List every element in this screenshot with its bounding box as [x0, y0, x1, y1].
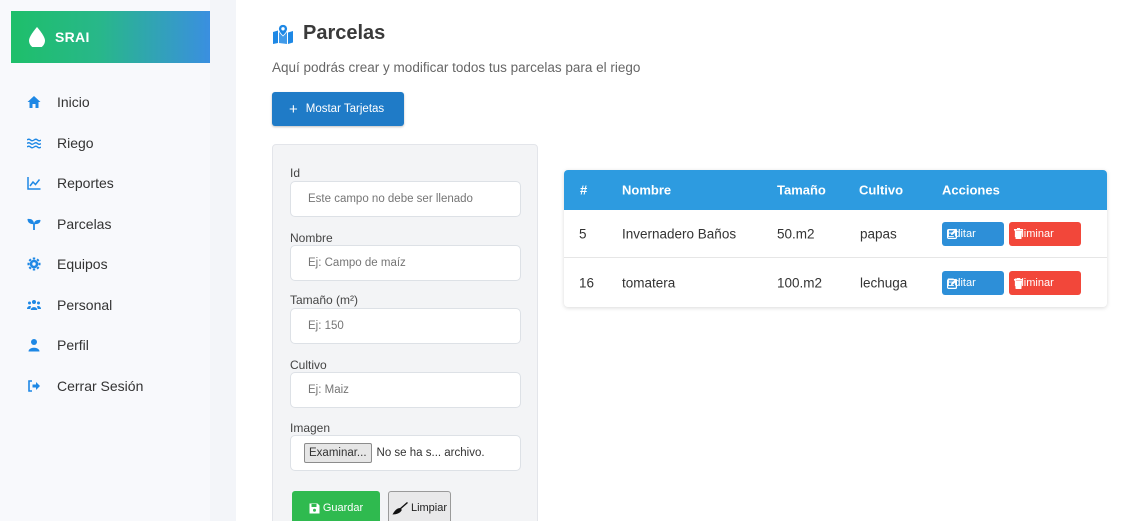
brand-name: SRAI	[55, 29, 90, 45]
sidebar-item-label: Reportes	[57, 175, 114, 192]
name-field[interactable]	[290, 245, 521, 281]
sidebar-item-label: Perfil	[57, 337, 89, 354]
col-header-name: Nombre	[622, 182, 672, 198]
col-header-id: #	[580, 182, 588, 198]
sidebar-nav: Inicio Riego Reportes Parcelas Equipos P…	[0, 82, 210, 406]
sidebar: SRAI Inicio Riego Reportes Parcelas Equi…	[0, 0, 210, 521]
cell-crop: lechuga	[860, 275, 908, 291]
image-label: Imagen	[290, 421, 331, 435]
delete-label: Eliminar	[1014, 227, 1054, 240]
clear-label: Limpiar	[410, 502, 448, 514]
page-header: Parcelas	[272, 22, 385, 45]
page-subtitle: Aquí podrás crear y modificar todos tus …	[272, 60, 641, 75]
edit-label: Editar	[947, 277, 976, 289]
sidebar-item-reportes[interactable]: Reportes	[0, 163, 210, 204]
table-row: 5 Invernadero Baños 50.m2 papas Editar E…	[564, 210, 1107, 258]
cell-size: 100.m2	[777, 275, 823, 291]
cell-name: Invernadero Baños	[622, 226, 737, 241]
sidebar-item-label: Parcelas	[57, 215, 112, 232]
cell-id: 5	[579, 226, 587, 241]
home-icon	[27, 95, 41, 109]
clear-button[interactable]: Limpiar	[388, 491, 451, 521]
sidebar-item-cerrar-sesion[interactable]: Cerrar Sesión	[0, 366, 210, 407]
seedling-icon	[27, 217, 41, 231]
save-button[interactable]: Guardar	[292, 491, 380, 521]
page-title: Parcelas	[303, 22, 386, 44]
table-row: 16 tomatera 100.m2 lechuga Editar Elimin…	[564, 259, 1107, 307]
sidebar-item-label: Inicio	[57, 94, 90, 111]
delete-button[interactable]: Eliminar	[1009, 221, 1081, 246]
broom-icon	[392, 501, 408, 514]
edit-button[interactable]: Editar	[942, 271, 1004, 295]
cell-name: tomatera	[622, 275, 676, 291]
sidebar-item-parcelas[interactable]: Parcelas	[0, 204, 210, 245]
sidebar-item-personal[interactable]: Personal	[0, 285, 210, 326]
delete-label: Eliminar	[1014, 277, 1054, 289]
content-gutter	[210, 0, 236, 521]
plus-icon: +	[289, 100, 298, 118]
user-icon	[27, 338, 41, 352]
col-header-size: Tamaño	[777, 182, 826, 198]
cell-crop: papas	[860, 226, 897, 241]
users-icon	[27, 298, 41, 312]
delete-button[interactable]: Eliminar	[1009, 271, 1081, 295]
edit-button[interactable]: Editar	[942, 221, 1004, 246]
cell-id: 16	[579, 275, 595, 291]
name-label: Nombre	[290, 231, 333, 245]
sidebar-item-label: Cerrar Sesión	[57, 377, 144, 394]
col-header-actions: Acciones	[942, 182, 1000, 198]
gear-icon	[27, 257, 41, 271]
size-label: Tamaño (m²)	[290, 293, 359, 307]
parcels-table: # Nombre Tamaño Cultivo Acciones 5 Inver…	[564, 170, 1107, 307]
parcel-form: Id Nombre Tamaño (m²) Cultivo Imagen Exa…	[272, 144, 538, 521]
sidebar-item-label: Personal	[57, 296, 113, 313]
sidebar-item-riego[interactable]: Riego	[0, 123, 210, 164]
crop-label: Cultivo	[290, 358, 327, 372]
size-field[interactable]	[290, 308, 521, 344]
sidebar-item-inicio[interactable]: Inicio	[0, 82, 210, 123]
crop-field[interactable]	[290, 372, 521, 408]
browse-button[interactable]: Examinar...	[304, 443, 372, 463]
id-field[interactable]	[290, 181, 521, 217]
sidebar-item-label: Equipos	[57, 256, 108, 273]
water-waves-icon	[27, 136, 41, 150]
save-label: Guardar	[322, 502, 364, 514]
id-label: Id	[290, 166, 301, 180]
save-icon	[309, 503, 320, 513]
image-file-input: Examinar... No se ha s... archivo.	[290, 435, 521, 471]
col-header-crop: Cultivo	[859, 182, 904, 198]
file-status: No se ha s... archivo.	[376, 447, 485, 459]
show-cards-button[interactable]: + Mostar Tarjetas	[272, 92, 404, 126]
sign-out-icon	[27, 379, 41, 393]
show-cards-label: Mostar Tarjetas	[305, 103, 385, 115]
chart-line-icon	[27, 176, 41, 190]
droplet-icon	[29, 27, 45, 47]
map-marked-icon	[273, 23, 293, 44]
sidebar-item-perfil[interactable]: Perfil	[0, 325, 210, 366]
edit-label: Editar	[947, 227, 976, 240]
brand[interactable]: SRAI	[11, 11, 210, 63]
table-header: # Nombre Tamaño Cultivo Acciones	[564, 170, 1107, 210]
sidebar-item-equipos[interactable]: Equipos	[0, 244, 210, 285]
sidebar-item-label: Riego	[57, 134, 94, 151]
cell-size: 50.m2	[777, 226, 815, 241]
